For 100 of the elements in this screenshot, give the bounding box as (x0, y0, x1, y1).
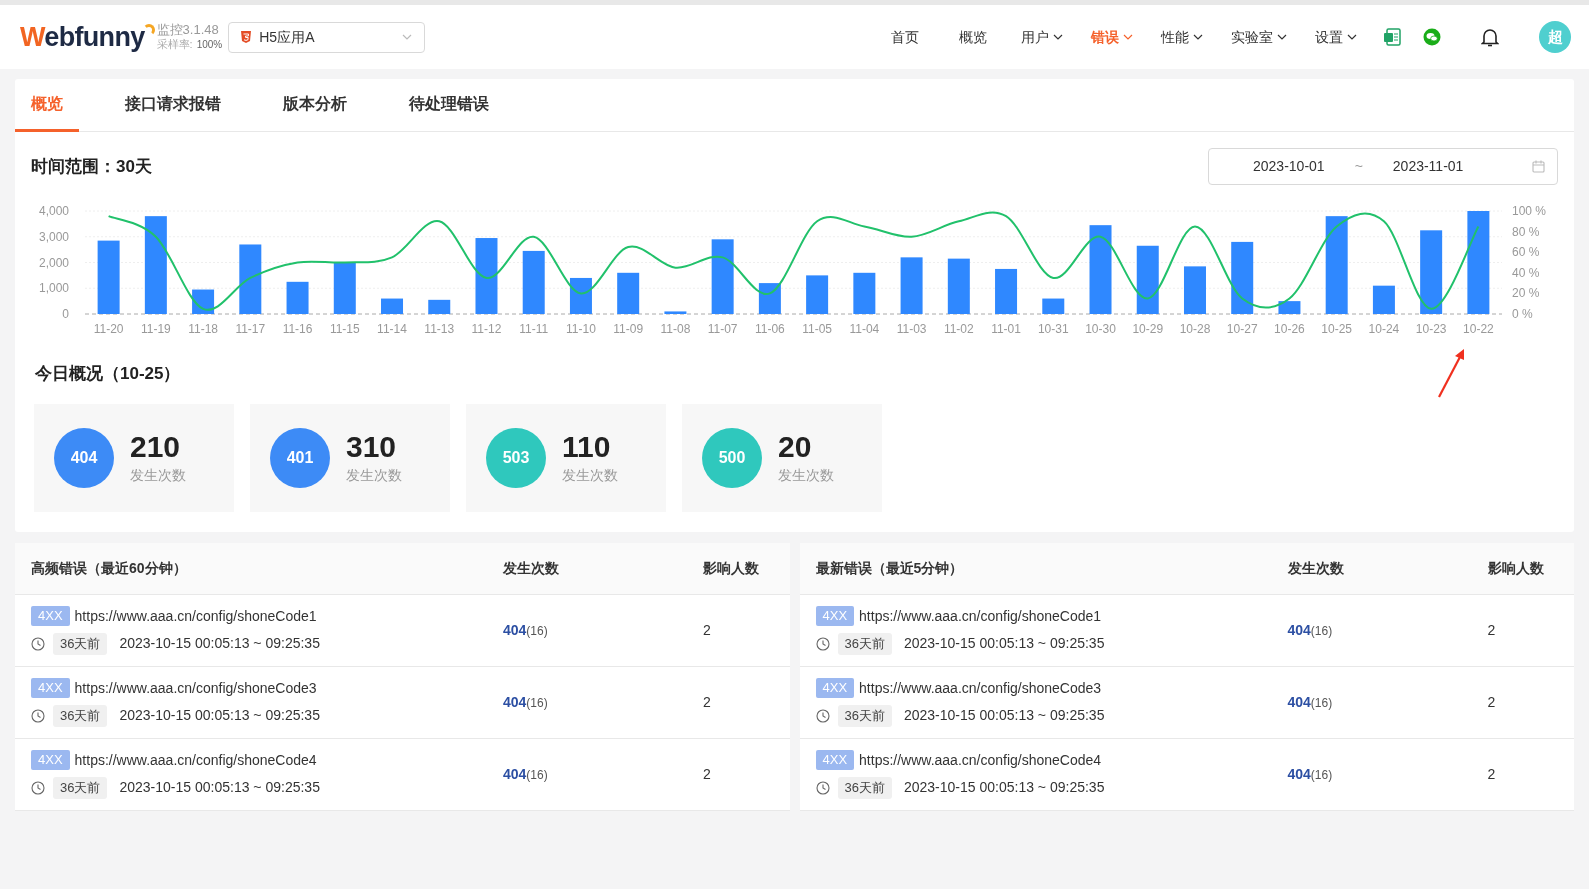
error-url[interactable]: https://www.aaa.cn/config/shoneCode4 (859, 749, 1102, 771)
stat-label: 发生次数 (778, 466, 834, 485)
x-axis-label: 10-22 (1463, 322, 1494, 336)
column-header: 发生次数 (503, 558, 560, 578)
bar (617, 272, 640, 314)
occurrence-count: (16) (1310, 766, 1333, 784)
clock-icon (31, 780, 45, 795)
error-url[interactable]: https://www.aaa.cn/config/shoneCode1 (859, 605, 1102, 627)
clock-icon (815, 636, 830, 651)
error-url[interactable]: https://www.aaa.cn/config/shoneCode1 (74, 605, 317, 627)
x-axis-label: 10-29 (1132, 322, 1164, 336)
x-axis-label: 10-28 (1179, 322, 1211, 336)
error-url[interactable]: https://www.aaa.cn/config/shoneCode3 (74, 677, 317, 699)
tab[interactable]: 接口请求报错 (109, 79, 237, 132)
age-badge: 36天前 (837, 632, 892, 655)
age-badge: 36天前 (53, 776, 108, 799)
nav-item[interactable]: 性能 (1147, 26, 1217, 48)
x-axis-label: 11-06 (755, 322, 785, 336)
x-axis-label: 11-15 (329, 322, 360, 336)
chat-icon[interactable] (1423, 28, 1441, 46)
x-axis-label: 11-10 (566, 322, 596, 336)
age-badge: 36天前 (53, 704, 108, 727)
status-code: 404 (503, 692, 527, 712)
x-axis-label: 11-12 (471, 322, 502, 336)
clock-icon (31, 636, 45, 651)
x-axis-label: 10-27 (1226, 322, 1258, 336)
nav-item[interactable]: 设置 (1301, 26, 1371, 48)
y-axis-label: 1,000 (38, 281, 69, 296)
x-axis-label: 11-18 (188, 322, 218, 336)
status-code: 404 (1287, 692, 1311, 712)
x-axis-label: 10-26 (1274, 322, 1305, 336)
time-range: 2023-10-15 00:05:13 ~ 09:25:35 (119, 706, 320, 725)
y-axis-label: 4,000 (38, 204, 69, 218)
stat-label: 发生次数 (346, 466, 402, 485)
logo: Webfunny (20, 23, 145, 51)
bar (428, 299, 451, 314)
x-axis-label: 11-09 (613, 322, 644, 336)
tab[interactable]: 版本分析 (267, 79, 363, 132)
nav-item[interactable]: 概览 (939, 26, 1007, 48)
y-axis-label: 40 % (1512, 265, 1540, 280)
affected-users: 2 (703, 620, 711, 640)
bar (1278, 301, 1301, 314)
x-axis-label: 11-20 (93, 322, 124, 336)
html5-icon (241, 31, 252, 43)
bar (1136, 245, 1159, 314)
y-axis-label: 0 % (1512, 307, 1533, 321)
bar (1184, 266, 1206, 314)
status-code: 404 (1287, 620, 1311, 640)
time-range: 2023-10-15 00:05:13 ~ 09:25:35 (903, 706, 1105, 725)
affected-users: 2 (1487, 620, 1496, 640)
error-tag: 4XX (815, 606, 855, 626)
column-header: 影响人数 (703, 558, 759, 578)
x-axis-label: 10-31 (1037, 322, 1069, 336)
age-badge: 36天前 (837, 704, 892, 727)
y-axis-label: 100 % (1512, 204, 1547, 218)
error-tag: 4XX (31, 678, 70, 698)
tab[interactable]: 待处理错误 (393, 79, 505, 132)
nav-item[interactable]: 实验室 (1217, 26, 1301, 48)
error-url[interactable]: https://www.aaa.cn/config/shoneCode4 (74, 749, 317, 771)
date-range-picker[interactable]: 2023-10-01 ~ 2023-11-01 (1208, 148, 1558, 185)
bell-icon[interactable] (1481, 27, 1499, 47)
x-axis-label: 11-05 (802, 322, 832, 336)
stat-value: 110 (562, 429, 612, 465)
bar (758, 283, 781, 314)
version-label: 监控3.1.48 (156, 22, 220, 38)
column-header: 发生次数 (1287, 558, 1345, 578)
stat-value: 20 (778, 429, 813, 465)
bar (1372, 285, 1395, 314)
bar (995, 268, 1018, 314)
x-axis-label: 11-14 (377, 322, 407, 336)
time-range: 2023-10-15 00:05:13 ~ 09:25:35 (903, 778, 1105, 797)
time-range: 2023-10-15 00:05:13 ~ 09:25:35 (119, 634, 320, 653)
bar (1042, 298, 1065, 314)
nav-item[interactable]: 用户 (1007, 26, 1077, 48)
app-select[interactable]: H5应用A (228, 21, 426, 53)
bar (900, 257, 923, 314)
status-code: 404 (1287, 764, 1311, 784)
nav-item[interactable]: 首页 (871, 26, 939, 48)
y-axis-label: 2,000 (38, 255, 69, 270)
x-axis-label: 11-08 (660, 322, 691, 336)
status-code-badge: 500 (702, 427, 762, 488)
bar (381, 298, 403, 314)
x-axis-label: 11-02 (943, 322, 974, 336)
time-range: 2023-10-15 00:05:13 ~ 09:25:35 (903, 634, 1105, 653)
status-code-badge: 404 (54, 427, 114, 488)
bar (286, 281, 309, 314)
section-title: 今日概况（10-25） (35, 363, 181, 385)
affected-users: 2 (703, 692, 711, 712)
document-icon[interactable] (1383, 28, 1401, 46)
stat-label: 发生次数 (562, 466, 618, 485)
y-axis-label: 3,000 (38, 229, 69, 244)
error-url[interactable]: https://www.aaa.cn/config/shoneCode3 (859, 677, 1102, 699)
status-code: 404 (503, 764, 527, 784)
bar (664, 311, 687, 314)
affected-users: 2 (703, 764, 711, 784)
time-range: 2023-10-15 00:05:13 ~ 09:25:35 (119, 778, 320, 797)
x-axis-label: 11-04 (849, 322, 880, 336)
bar (239, 244, 262, 314)
status-code-badge: 401 (270, 427, 330, 488)
x-axis-label: 10-30 (1085, 322, 1116, 336)
